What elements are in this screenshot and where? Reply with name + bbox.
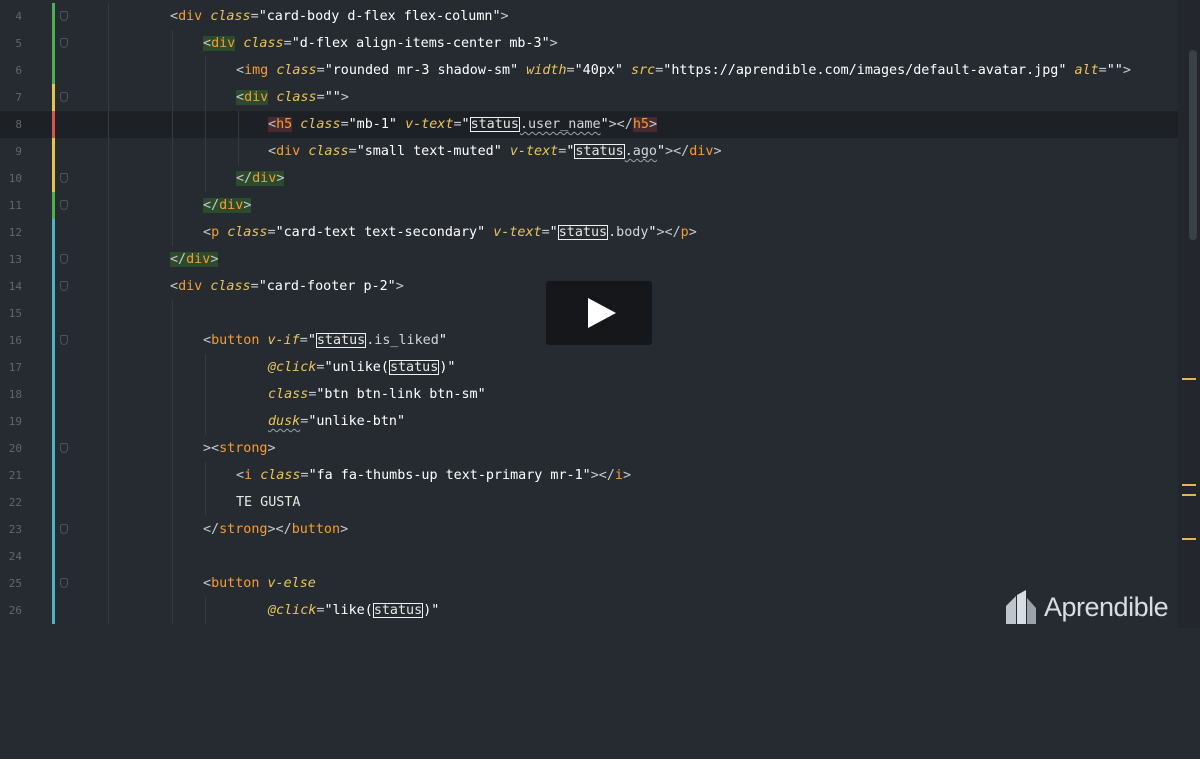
change-marker — [52, 435, 55, 462]
code-line[interactable]: 21 <i class="fa fa-thumbs-up text-primar… — [0, 462, 1178, 489]
change-marker — [52, 3, 55, 30]
vertical-scrollbar[interactable] — [1178, 0, 1200, 628]
change-marker — [52, 192, 55, 219]
search-match: status — [372, 603, 424, 618]
code-line[interactable]: 17 @click="unlike(status)" — [0, 354, 1178, 381]
search-match: status — [469, 117, 520, 132]
fold-icon[interactable] — [60, 281, 68, 291]
code-line-current[interactable]: 8 <h5 class="mb-1" v-text="status.user_n… — [0, 111, 1178, 138]
fold-icon[interactable] — [60, 11, 68, 21]
change-marker — [52, 327, 55, 354]
line-number: 15 — [8, 307, 22, 320]
play-icon — [588, 298, 616, 328]
scroll-marker — [1182, 494, 1196, 496]
fold-icon[interactable] — [60, 200, 68, 210]
line-number: 5 — [15, 37, 22, 50]
line-number: 4 — [15, 10, 22, 23]
fold-icon[interactable] — [60, 335, 68, 345]
change-marker — [52, 570, 55, 597]
change-marker — [52, 489, 55, 516]
change-marker — [52, 138, 55, 165]
line-number: 6 — [15, 64, 22, 77]
play-button[interactable] — [546, 281, 652, 345]
code-line[interactable]: 24 — [0, 543, 1178, 570]
change-marker — [52, 30, 55, 57]
line-number: 26 — [8, 604, 22, 617]
change-marker — [52, 516, 55, 543]
code-line[interactable]: 26 @click="like(status)" — [0, 597, 1178, 624]
change-marker — [52, 246, 55, 273]
brand-logo: Aprendible — [1004, 590, 1169, 624]
code-line[interactable]: 11 </div> — [0, 192, 1178, 219]
search-match: status — [315, 333, 367, 348]
change-marker — [52, 543, 55, 570]
code-line[interactable]: 12 <p class="card-text text-secondary" v… — [0, 219, 1178, 246]
change-marker — [52, 300, 55, 327]
scrollbar-thumb[interactable] — [1189, 50, 1197, 240]
code-line[interactable]: 25 <button v-else — [0, 570, 1178, 597]
line-number: 24 — [8, 550, 22, 563]
line-number: 7 — [15, 91, 22, 104]
code-line[interactable]: 9 <div class="small text-muted" v-text="… — [0, 138, 1178, 165]
line-number: 23 — [8, 523, 22, 536]
scroll-marker — [1182, 378, 1196, 380]
scroll-marker — [1182, 484, 1196, 486]
fold-icon[interactable] — [60, 92, 68, 102]
change-marker — [52, 462, 55, 489]
code-line[interactable]: 20 ><strong> — [0, 435, 1178, 462]
change-marker — [52, 111, 55, 138]
change-marker — [52, 273, 55, 300]
code-line[interactable]: 6 <img class="rounded mr-3 shadow-sm" wi… — [0, 57, 1178, 84]
code-line[interactable]: 7 <div class=""> — [0, 84, 1178, 111]
code-line[interactable]: 23 </strong></button> — [0, 516, 1178, 543]
aprendible-logo-icon — [1006, 590, 1036, 624]
line-number: 17 — [8, 361, 22, 374]
brand-name: Aprendible — [1044, 591, 1169, 622]
line-number: 18 — [8, 388, 22, 401]
change-marker — [52, 84, 55, 111]
change-marker — [52, 165, 55, 192]
line-number: 21 — [8, 469, 22, 482]
code-line[interactable]: 19 dusk="unlike-btn" — [0, 408, 1178, 435]
line-number: 16 — [8, 334, 22, 347]
line-number: 10 — [8, 172, 22, 185]
fold-icon[interactable] — [60, 578, 68, 588]
code-line[interactable]: 4 <div class="card-body d-flex flex-colu… — [0, 3, 1178, 30]
fold-icon[interactable] — [60, 38, 68, 48]
code-line[interactable]: 22 TE GUSTA — [0, 489, 1178, 516]
line-number: 25 — [8, 577, 22, 590]
change-marker — [52, 408, 55, 435]
change-marker — [52, 57, 55, 84]
line-number: 8 — [15, 118, 22, 131]
code-line[interactable]: 5 <div class="d-flex align-items-center … — [0, 30, 1178, 57]
search-match: status — [388, 360, 440, 375]
search-match: status — [557, 225, 609, 240]
line-number: 20 — [8, 442, 22, 455]
fold-icon[interactable] — [60, 524, 68, 534]
line-number: 14 — [8, 280, 22, 293]
change-marker — [52, 219, 55, 246]
scroll-marker — [1182, 538, 1196, 540]
line-number: 22 — [8, 496, 22, 509]
line-number: 12 — [8, 226, 22, 239]
change-marker — [52, 381, 55, 408]
line-number: 11 — [8, 199, 22, 212]
fold-icon[interactable] — [60, 254, 68, 264]
fold-icon[interactable] — [60, 443, 68, 453]
line-number: 13 — [8, 253, 22, 266]
line-number: 19 — [8, 415, 22, 428]
code-line[interactable]: 10 </div> — [0, 165, 1178, 192]
change-marker — [52, 354, 55, 381]
fold-icon[interactable] — [60, 173, 68, 183]
search-match: status — [574, 144, 625, 159]
line-number: 9 — [15, 145, 22, 158]
change-marker — [52, 597, 55, 624]
code-line[interactable]: 18 class="btn btn-link btn-sm" — [0, 381, 1178, 408]
code-line[interactable]: 13 </div> — [0, 246, 1178, 273]
